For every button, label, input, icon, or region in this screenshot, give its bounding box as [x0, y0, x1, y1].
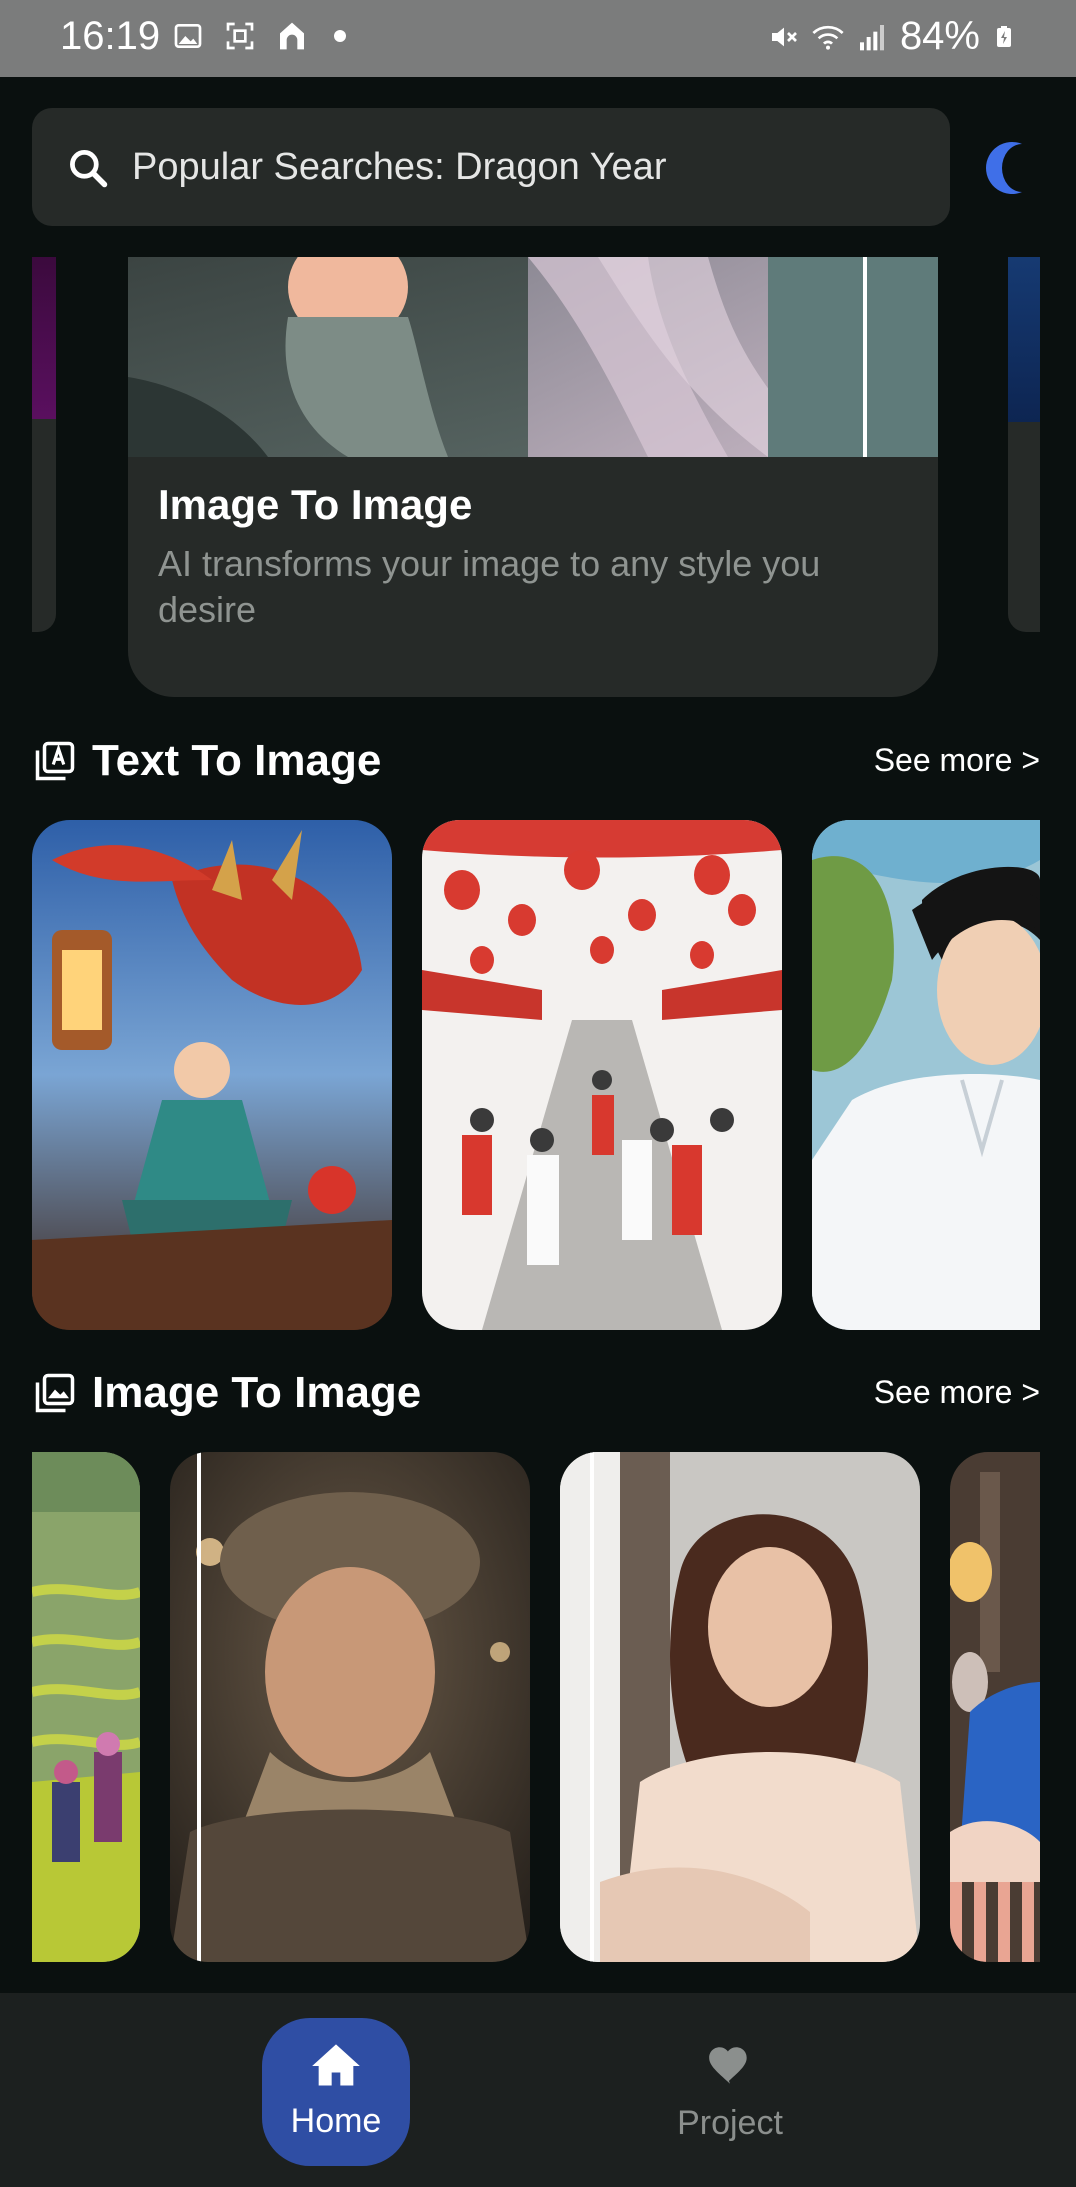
wifi-icon [812, 25, 844, 50]
home-icon [312, 2044, 360, 2086]
signal-icon [859, 24, 884, 50]
lantern-market-illustration[interactable] [422, 820, 782, 1330]
blue-shirt-photo[interactable] [950, 1452, 1040, 1962]
nav-project-label: Project [677, 2104, 783, 2142]
search-bar[interactable]: Popular Searches: Dragon Year [32, 108, 950, 226]
featured-description: AI transforms your image to any style yo… [158, 543, 821, 630]
screenshot-icon [226, 22, 254, 50]
carousel-card-next[interactable] [1008, 257, 1040, 632]
nav-home-label: Home [290, 2102, 382, 2140]
search-placeholder: Popular Searches: Dragon Year [132, 146, 667, 188]
moon-icon[interactable] [982, 140, 1038, 196]
home-app-icon [280, 22, 304, 50]
text-image-icon [35, 741, 75, 781]
see-more-link[interactable]: See more > [874, 742, 1040, 779]
gallery-icon [35, 1373, 75, 1413]
bottom-nav [0, 1993, 1076, 2187]
section-header-text-to-image: Text To Image See more > [32, 732, 1040, 792]
section-title: Image To Image [92, 1368, 422, 1417]
nav-home[interactable]: Home [262, 2018, 410, 2166]
status-left-icons [172, 20, 346, 52]
featured-title: Image To Image [158, 481, 473, 528]
carousel-card-previous[interactable] [32, 257, 56, 632]
featured-image [128, 257, 938, 457]
status-right-icons: 84% [768, 14, 1016, 59]
image-icon [174, 24, 202, 48]
battery-percent: 84% [899, 14, 980, 58]
search-icon [70, 150, 108, 188]
notification-dot-icon [334, 30, 346, 42]
heart-icon [709, 2047, 747, 2084]
status-bar: 16:19 84% [0, 0, 1076, 77]
boy-beret-photo[interactable] [170, 1452, 530, 1962]
nav-project[interactable]: Project [660, 2040, 800, 2150]
battery-charging-icon [997, 25, 1011, 47]
rice-terrace-photo[interactable] [32, 1452, 140, 1962]
section-header-image-to-image: Image To Image See more > [32, 1364, 1040, 1424]
mute-icon [771, 27, 797, 46]
section-title: Text To Image [92, 736, 382, 785]
status-time: 16:19 [60, 14, 161, 58]
anime-boy-illustration[interactable] [812, 820, 1040, 1330]
see-more-link[interactable]: See more > [874, 1374, 1040, 1411]
dragon-illustration[interactable] [32, 820, 392, 1330]
woman-portrait-photo[interactable] [560, 1452, 920, 1962]
featured-card[interactable]: Image To Image AI transforms your image … [128, 257, 938, 697]
